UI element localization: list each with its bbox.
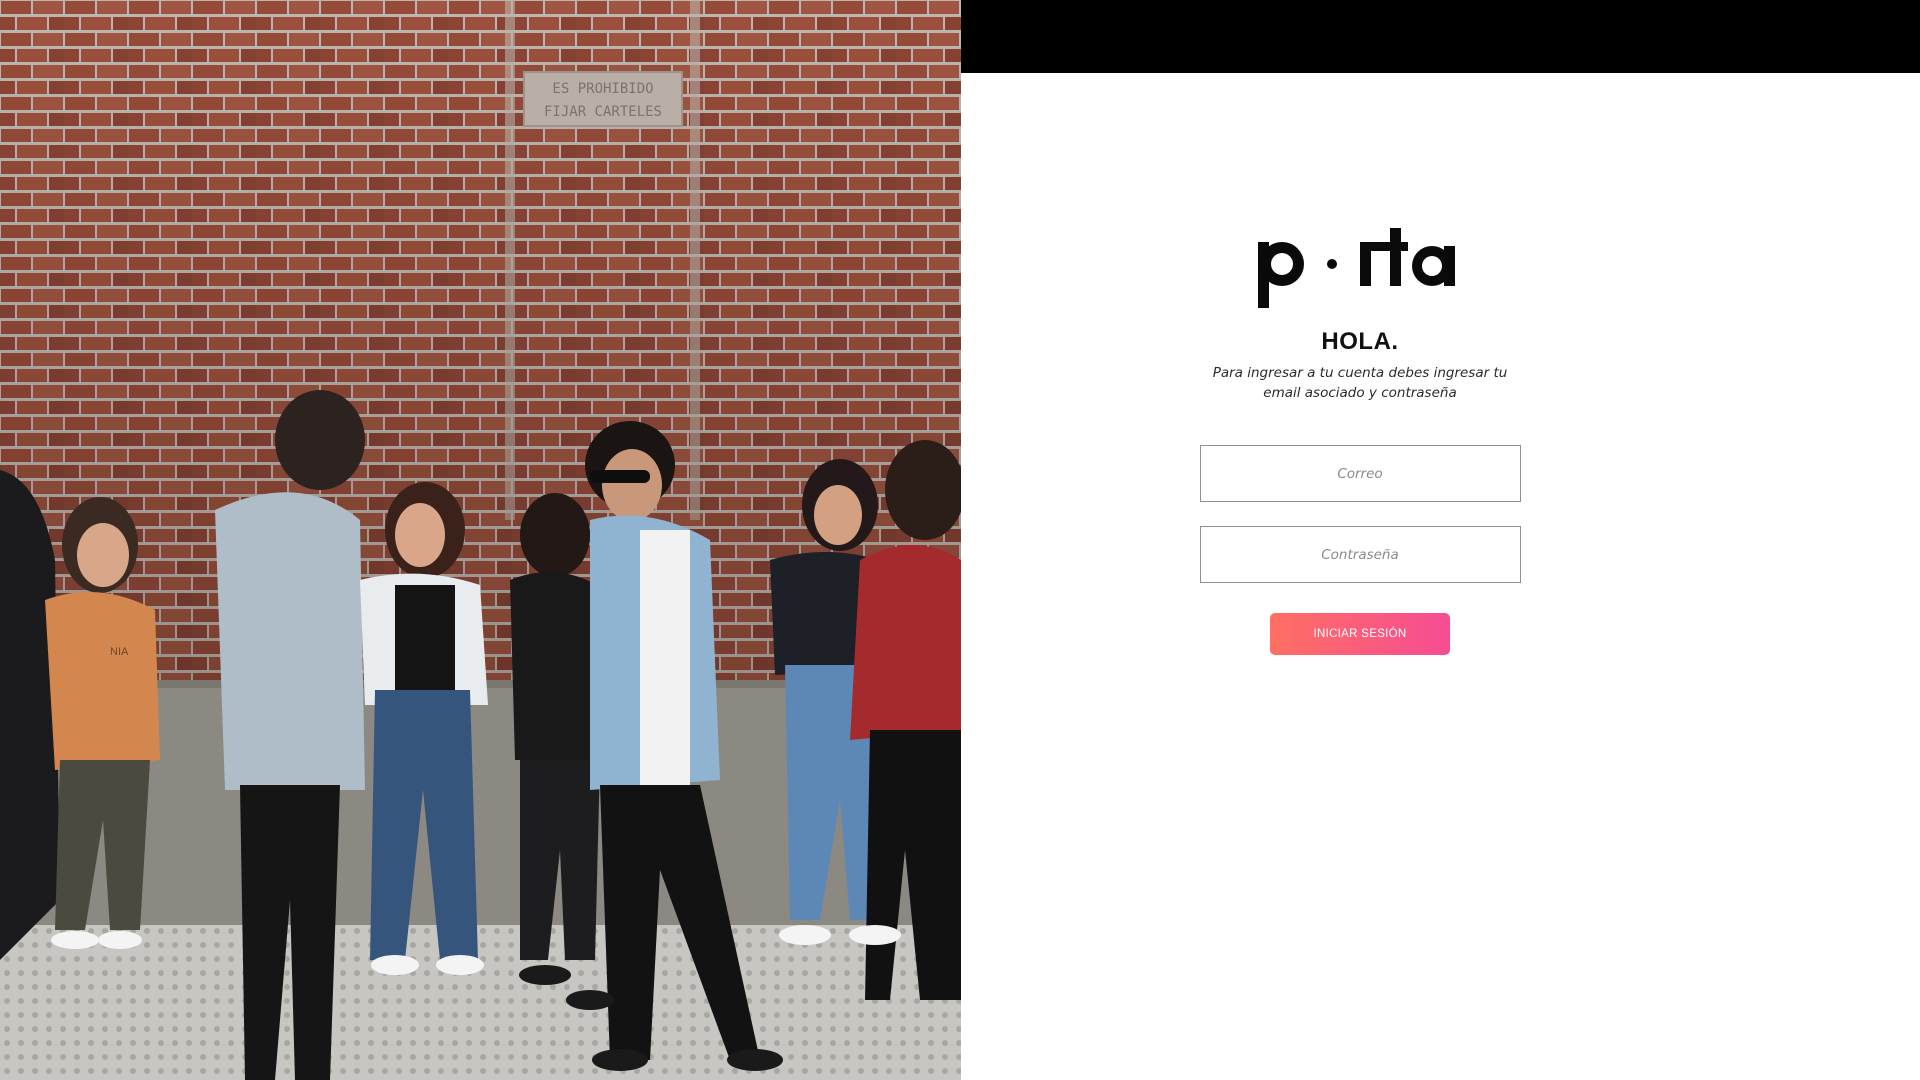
login-button[interactable]: INICIAR SESIÓN [1270,613,1450,655]
top-bar [961,0,1920,73]
sign-line-2: FIJAR CARTELES [544,104,662,120]
email-field[interactable] [1199,445,1521,502]
login-form: HOLA. Para ingresar a tu cuenta debes in… [1190,228,1530,655]
greeting-heading: HOLA. [1321,328,1399,355]
login-panel: HOLA. Para ingresar a tu cuenta debes in… [961,0,1920,1080]
group-of-friends-illustration: ES PROHIBIDO FIJAR CARTELES NIA [0,0,961,1080]
login-page: ES PROHIBIDO FIJAR CARTELES NIA HOLA. Pa… [0,0,1920,1080]
login-instructions: Para ingresar a tu cuenta debes ingresar… [1212,365,1508,401]
porta-logo-icon [1258,228,1455,308]
hero-photo: ES PROHIBIDO FIJAR CARTELES NIA [0,0,961,1080]
shirt-text: NIA [110,646,129,658]
password-field[interactable] [1199,526,1521,583]
sign-line-1: ES PROHIBIDO [552,81,653,97]
